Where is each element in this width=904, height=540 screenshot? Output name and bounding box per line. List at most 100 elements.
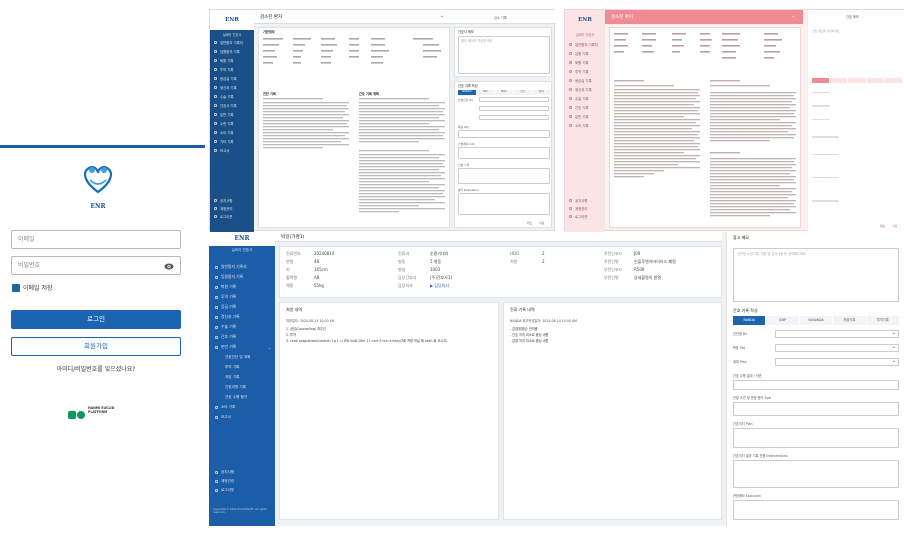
screen-c-submenu-item[interactable]: 간호 수행 평가 xyxy=(211,392,275,402)
email-input[interactable]: 이메일 xyxy=(11,230,181,249)
screen-b-footer-item[interactable]: 공지사항 xyxy=(565,196,605,204)
screen-a-field[interactable] xyxy=(458,147,550,159)
save-button[interactable]: 저장 xyxy=(539,221,544,225)
screen-a-menu-item[interactable]: 분만 기록 xyxy=(210,110,254,119)
screen-a-field[interactable] xyxy=(479,106,549,111)
remember-checkbox[interactable] xyxy=(12,284,20,298)
screen-b-menu-item[interactable]: 일반환자 기록지 xyxy=(565,40,605,49)
signup-button[interactable]: 회원가입 xyxy=(11,337,181,356)
screen-c-menu-item[interactable]: 간호 기록 xyxy=(211,332,275,342)
screen-b-menu-item[interactable]: 간호 기록 xyxy=(565,103,605,112)
screen-b-menu-item[interactable]: 소아 기록 xyxy=(565,121,605,130)
screen-a-menu-item[interactable]: 투약 기록 xyxy=(210,65,254,74)
screen-a-footer-item[interactable]: 로그아웃 xyxy=(210,212,254,220)
plan-select[interactable]: ⌄ xyxy=(775,358,899,366)
exclusion-input[interactable] xyxy=(733,500,899,520)
screen-a-menu-item[interactable]: 수술 기록 xyxy=(210,92,254,101)
eye-icon[interactable] xyxy=(164,261,174,270)
screen-c-footer-item[interactable]: 로그아웃 xyxy=(211,486,275,495)
screen-a-memo-input[interactable]: 환자 메모를 작성하세요 xyxy=(458,36,550,74)
screen-b-menu-item[interactable]: 분만 기록 xyxy=(565,112,605,121)
screen-a-footer-item[interactable]: 계정관리 xyxy=(210,204,254,212)
tab-nanda[interactable]: NANDA xyxy=(733,316,766,325)
screen-c-menu-item[interactable]: 분만 기록 ⌄ xyxy=(211,342,275,352)
screen-a-field[interactable] xyxy=(458,193,550,215)
screen-c-submenu-item[interactable]: 처방 기록 xyxy=(211,372,275,382)
screen-b-menu-item[interactable]: 응급실 기록 xyxy=(565,76,605,85)
interventions-input[interactable] xyxy=(733,460,899,488)
screen-c-submenu-item[interactable]: 투약 기록 xyxy=(211,362,275,372)
screen-a-menu-item[interactable]: 수면 기록 xyxy=(210,119,254,128)
tab[interactable]: 진단 xyxy=(513,90,532,95)
screen-a-menu-item[interactable]: 간호사 기록 xyxy=(210,101,254,110)
menu-label: 로그아웃 xyxy=(221,488,235,492)
screen-a-field[interactable] xyxy=(458,168,550,184)
plan-input[interactable] xyxy=(733,428,899,448)
submenu-label: 투약 기록 xyxy=(225,364,240,369)
tab-nosonda[interactable]: NoSoNDA xyxy=(799,316,833,325)
screen-c-footer-item[interactable]: 공지사항 xyxy=(211,468,275,477)
screen-b-menu-item[interactable]: 퇴원 기록 xyxy=(565,58,605,67)
screen-a-field[interactable] xyxy=(479,115,549,120)
tab-medication[interactable]: 투약기록 xyxy=(866,316,900,325)
tab[interactable] xyxy=(866,78,884,83)
menu-label: 간호사 기록 xyxy=(220,104,237,108)
screen-c-menu-item[interactable]: 정신과 기록 xyxy=(211,312,275,322)
screen-c-submenu-item[interactable]: 간호과정 기록 xyxy=(211,382,275,392)
screen-b-menu-item[interactable]: 수술 기록 xyxy=(565,94,605,103)
result-input[interactable] xyxy=(733,380,899,390)
screen-a-field[interactable] xyxy=(479,97,549,102)
tab[interactable] xyxy=(884,78,903,83)
dx-select[interactable]: ⌄ xyxy=(775,330,899,338)
screen-b-footer-item[interactable]: 로그아웃 xyxy=(565,212,605,220)
screen-c-menu-item[interactable]: 투약 기록 xyxy=(211,292,275,302)
screen-a-menu-item[interactable]: 일반환자 기록지 xyxy=(210,38,254,47)
screen-a-footer-item[interactable]: 공지사항 xyxy=(210,196,254,204)
memo-textarea[interactable]: 진단명 소견기록, 처방 및 검사내용 등 입력해주세요 xyxy=(733,248,899,302)
tab[interactable] xyxy=(848,78,866,83)
password-input[interactable]: 비밀번호 xyxy=(11,256,181,275)
tab[interactable] xyxy=(830,78,848,83)
obj-select[interactable]: ⌄ xyxy=(775,344,899,352)
screen-b-menu-item[interactable]: 정신과 기록 xyxy=(565,85,605,94)
screen-a-memo-card: 간호사 메모 환자 메모를 작성하세요 xyxy=(454,27,552,77)
tab[interactable] xyxy=(812,78,830,83)
screen-b-right-placeholder[interactable]: 간호 메모를 작성하세요 xyxy=(812,29,840,33)
tab[interactable]: NANDA xyxy=(458,90,476,95)
screen-a-menu-item[interactable]: 입원환자 기록 xyxy=(210,47,254,56)
screen-a-menu-item[interactable]: 응급실 기록 xyxy=(210,74,254,83)
tab[interactable]: 처치 xyxy=(532,90,550,95)
eval-input[interactable] xyxy=(733,402,899,416)
cancel-button[interactable]: 취소 xyxy=(527,221,532,225)
screen-a-menu-item[interactable]: 퇴원 기록 xyxy=(210,56,254,65)
tab-icnp[interactable]: ICNP xyxy=(766,316,799,325)
screen-c-menu-item[interactable]: 수술 기록 xyxy=(211,322,275,332)
screen-c-submenu-item[interactable]: 간호진단 및 계획 xyxy=(211,352,275,362)
screen-c-menu-item[interactable]: 보고서 xyxy=(211,412,275,422)
forgot-link[interactable]: 아이디/비밀번호를 잊으셨나요? xyxy=(11,364,181,373)
screen-c-menu-item[interactable]: 퇴원 기록 xyxy=(211,282,275,292)
save-button[interactable]: 저장 xyxy=(892,224,897,228)
chevron-down-icon[interactable]: ⌄ xyxy=(791,13,795,19)
login-button[interactable]: 로그인 xyxy=(11,310,181,329)
tab[interactable]: NIC xyxy=(476,90,495,95)
screen-c-menu-item[interactable]: 일반환자 기록지 xyxy=(211,262,275,272)
info-value: 인플루엔자바이러스 폐렴 xyxy=(634,259,676,264)
cancel-button[interactable]: 취소 xyxy=(880,224,885,228)
screen-a-menu-item[interactable]: 소아 기록 xyxy=(210,128,254,137)
screen-c-footer-item[interactable]: 계정관리 xyxy=(211,477,275,486)
screen-a-field[interactable] xyxy=(458,130,550,138)
screen-b-menu-item[interactable]: 투약 기록 xyxy=(565,67,605,76)
screen-a-menu-item[interactable]: 보고서 xyxy=(210,146,254,155)
screen-c-menu-item[interactable]: 소아 기록 xyxy=(211,402,275,412)
tab[interactable]: NOC xyxy=(495,90,513,95)
screen-c-menu-item[interactable]: 입원환자 기록 xyxy=(211,272,275,282)
tab-prescription[interactable]: 처방기록 xyxy=(833,316,866,325)
screen-b-menu-item[interactable]: 입원 기록 xyxy=(565,49,605,58)
menu-icon xyxy=(569,206,572,210)
screen-c-menu-item[interactable]: 응급 기록 xyxy=(211,302,275,312)
screen-a-menu-item[interactable]: 기타 기록 xyxy=(210,137,254,146)
screen-b-footer-item[interactable]: 계정관리 xyxy=(565,204,605,212)
chevron-down-icon[interactable]: ⌄ xyxy=(440,13,444,19)
screen-a-menu-item[interactable]: 정신과 기록 xyxy=(210,83,254,92)
